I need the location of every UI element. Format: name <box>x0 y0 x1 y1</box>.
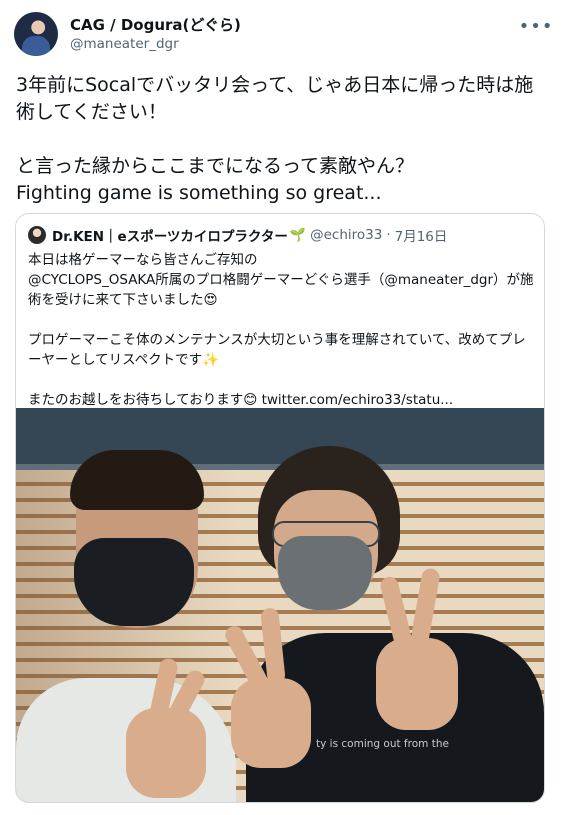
quoted-author-handle[interactable]: @echiro33 <box>310 227 382 243</box>
quoted-tweet-card[interactable]: Dr.KEN｜eスポーツカイロプラクター 🌱 @echiro33 · 7月16日… <box>15 213 545 803</box>
quoted-tweet-header: Dr.KEN｜eスポーツカイロプラクター 🌱 @echiro33 · 7月16日 <box>28 224 447 246</box>
tweet-text: 3年前にSocalでバッタリ会って、じゃあ日本に帰った時は施術してください！ と… <box>16 74 534 204</box>
quoted-tweet-text: 本日は格ゲーマーなら皆さんご存知の @CYCLOPS_OSAKA所属のプロ格闘ゲ… <box>28 250 534 410</box>
author-handle[interactable]: @maneater_dgr <box>70 36 179 52</box>
quoted-tweet-body: 本日は格ゲーマーなら皆さんご存知の @CYCLOPS_OSAKA所属のプロ格闘ゲ… <box>28 252 534 408</box>
right-person-mask <box>278 536 372 610</box>
quoted-tweet-link[interactable]: twitter.com/echiro33/statu... <box>257 392 454 408</box>
quoted-tweet-date[interactable]: 7月16日 <box>395 225 448 245</box>
left-person-mask <box>74 538 194 626</box>
shirt-print-text: ty is coming out from the <box>316 738 449 750</box>
author-name[interactable]: CAG / Dogura(どぐら) <box>70 14 241 35</box>
quoted-author-name[interactable]: Dr.KEN｜eスポーツカイロプラクター <box>52 225 288 245</box>
quoted-author-avatar[interactable] <box>28 226 46 244</box>
more-options-icon[interactable]: ••• <box>519 14 553 38</box>
quoted-tweet-photo[interactable]: ty is coming out from the <box>16 408 544 802</box>
meta-separator: · <box>386 227 391 243</box>
right-peace-hand <box>376 638 458 730</box>
middle-peace-hand <box>231 678 311 768</box>
sprout-emoji-icon: 🌱 <box>289 227 307 243</box>
avatar-figure <box>22 36 50 56</box>
quoted-tweet-link-text[interactable]: twitter.com/echiro33/statu... <box>262 392 454 408</box>
left-person-hair <box>70 450 204 510</box>
author-avatar[interactable] <box>14 12 58 56</box>
